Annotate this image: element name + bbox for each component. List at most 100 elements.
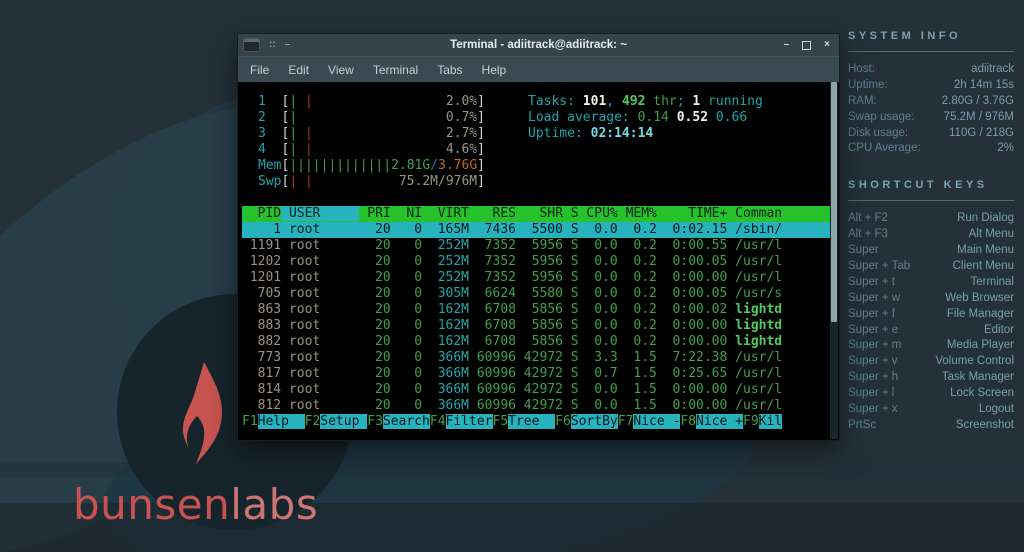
meter-4: 4 [| | 4.6%] bbox=[258, 142, 485, 157]
shortcut-key-row-value: Alt Menu bbox=[968, 228, 1014, 241]
status-line-1: Load average: 0.14 0.52 0.66 bbox=[528, 110, 748, 125]
fkey-f7[interactable]: F7Nice - bbox=[618, 414, 681, 430]
shortcut-keys-section: SHORTCUT KEYS Alt + F2 Run Dialog Alt + F3… bbox=[848, 179, 1014, 433]
fkey-f2[interactable]: F2Setup bbox=[305, 414, 368, 430]
fkey-f8[interactable]: F8Nice + bbox=[680, 414, 743, 430]
system-info-row: Disk usage: 110G / 218G bbox=[848, 126, 1014, 142]
shortcut-key-row-value: Editor bbox=[983, 323, 1014, 336]
process-row[interactable]: 705 root 20 0 305M 6624 5580 S 0.0 0.2 0… bbox=[242, 286, 835, 302]
header-cell-pid[interactable]: PID bbox=[242, 206, 282, 221]
system-info-row-label: Uptime: bbox=[848, 78, 888, 91]
system-info-row: CPU Average: 2% bbox=[848, 141, 1014, 157]
process-row[interactable]: 882 root 20 0 162M 6708 5856 S 0.0 0.2 0… bbox=[242, 334, 835, 350]
shortcut-key-row-label: Super + Tab bbox=[848, 260, 911, 273]
shortcut-key-row-label: Super + v bbox=[848, 355, 898, 368]
menu-item-view[interactable]: View bbox=[328, 63, 354, 77]
shortcut-key-row-label: Super + w bbox=[848, 291, 901, 304]
bunsenlabs-logo: bunsenlabs bbox=[73, 480, 318, 529]
shortcut-key-row: Alt + F3 Alt Menu bbox=[848, 227, 1014, 243]
shortcut-key-row: Super + l Lock Screen bbox=[848, 386, 1014, 402]
meter-bar: ||||||||||||| 2.81G/3.76G bbox=[289, 158, 478, 173]
shortcut-key-row-value: Lock Screen bbox=[950, 387, 1014, 400]
shortcut-key-row-value: Media Player bbox=[946, 339, 1014, 352]
shortcut-key-row-value: Client Menu bbox=[952, 260, 1014, 273]
process-row[interactable]: 863 root 20 0 162M 6708 5856 S 0.0 0.2 0… bbox=[242, 302, 835, 318]
process-row[interactable]: 817 root 20 0 366M 60996 42972 S 0.7 1.5… bbox=[242, 366, 835, 382]
shortcut-key-row-value: Screenshot bbox=[955, 418, 1014, 431]
shortcut-key-row: PrtSc Screenshot bbox=[848, 418, 1014, 434]
process-row[interactable]: 814 root 20 0 366M 60996 42972 S 0.0 1.5… bbox=[242, 382, 835, 398]
meter-bar: | | 75.2M/976M bbox=[289, 174, 478, 189]
fkey-f4[interactable]: F4Filter bbox=[430, 414, 493, 430]
header-cell-s[interactable]: S bbox=[563, 206, 579, 221]
header-cell-virt[interactable]: VIRT bbox=[422, 206, 469, 221]
header-cell-res[interactable]: RES bbox=[469, 206, 516, 221]
header-cell-mem[interactable]: MEM% bbox=[618, 206, 657, 221]
process-row[interactable]: 773 root 20 0 366M 60996 42972 S 3.3 1.5… bbox=[242, 350, 835, 366]
header-cell-cmd[interactable]: Comman bbox=[727, 206, 782, 221]
shortcut-key-row-value: Logout bbox=[978, 403, 1014, 416]
header-cell-user[interactable]: USER bbox=[281, 206, 360, 221]
system-info-row-value: adiitrack bbox=[971, 63, 1014, 75]
system-info-row: Uptime: 2h 14m 15s bbox=[848, 78, 1014, 94]
system-info-section: SYSTEM INFO Host: adiitrack Uptime: 2h 14m … bbox=[848, 30, 1014, 157]
minimize-button[interactable]: – bbox=[784, 40, 790, 50]
shortcut-key-row: Alt + F2 Run Dialog bbox=[848, 211, 1014, 227]
shortcut-key-row: Super + Tab Client Menu bbox=[848, 259, 1014, 275]
htop-process-table: PID USER PRI NI VIRT RES SHR S CPU% MEM%… bbox=[242, 206, 839, 414]
menu-item-tabs[interactable]: Tabs bbox=[437, 63, 462, 77]
process-row[interactable]: 812 root 20 0 366M 60996 42972 S 0.0 1.5… bbox=[242, 398, 835, 414]
header-cell-ni[interactable]: NI bbox=[391, 206, 422, 221]
shortcut-keys-title: SHORTCUT KEYS bbox=[848, 179, 988, 192]
process-row[interactable]: 883 root 20 0 162M 6708 5856 S 0.0 0.2 0… bbox=[242, 318, 835, 334]
header-cell-pri[interactable]: PRI bbox=[359, 206, 391, 221]
scrollbar-thumb[interactable] bbox=[831, 82, 837, 322]
shortcut-key-row-label: Super + l bbox=[848, 387, 895, 400]
process-row[interactable]: 1191 root 20 0 252M 7352 5956 S 0.0 0.2 … bbox=[242, 238, 835, 254]
process-row[interactable]: 1 root 20 0 165M 7436 5500 S 0.0 0.2 0:0… bbox=[242, 222, 835, 238]
shortcut-key-row-value: Run Dialog bbox=[957, 212, 1014, 225]
fkey-f5[interactable]: F5Tree bbox=[493, 414, 556, 430]
menu-item-file[interactable]: File bbox=[250, 63, 269, 77]
window-menu-icon[interactable]: :: bbox=[269, 40, 276, 50]
maximize-button[interactable] bbox=[802, 40, 812, 50]
shortcut-key-row: Super + m Media Player bbox=[848, 338, 1014, 354]
fkey-f1[interactable]: F1Help bbox=[242, 414, 305, 430]
meter-bar: | | 2.0% bbox=[289, 94, 478, 109]
window-titlebar[interactable]: :: – Terminal - adiitrack@adiitrack: ~ –… bbox=[238, 34, 839, 56]
terminal-window: :: – Terminal - adiitrack@adiitrack: ~ –… bbox=[237, 33, 840, 441]
shortcut-key-row: Super + f File Manager bbox=[848, 307, 1014, 323]
fkey-f6[interactable]: F6SortBy bbox=[555, 414, 618, 430]
shortcut-key-row-label: Alt + F2 bbox=[848, 212, 888, 225]
fkey-f9[interactable]: F9Kil bbox=[743, 414, 783, 430]
system-info-row-value: 75.2M / 976M bbox=[943, 110, 1014, 123]
terminal-content[interactable]: 1 [| | 2.0%] 2 [| 0.7%] 3 [| | 2.7%] 4 [| | 4.6… bbox=[238, 82, 839, 439]
close-button[interactable]: × bbox=[824, 40, 830, 50]
menu-item-edit[interactable]: Edit bbox=[288, 63, 309, 77]
shade-icon[interactable]: – bbox=[285, 40, 291, 50]
shortcut-key-row-label: PrtSc bbox=[848, 418, 877, 431]
system-info-row-value: 2% bbox=[997, 142, 1014, 155]
meter-bar: | | 2.7% bbox=[289, 126, 478, 141]
shortcut-key-row-value: File Manager bbox=[946, 307, 1014, 320]
meter-bar: | 0.7% bbox=[289, 110, 478, 125]
shortcut-key-row: Super + x Logout bbox=[848, 402, 1014, 418]
shortcut-key-row-label: Alt + F3 bbox=[848, 228, 888, 241]
shortcut-key-row-value: Task Manager bbox=[941, 371, 1014, 384]
menu-item-help[interactable]: Help bbox=[482, 63, 507, 77]
header-cell-shr[interactable]: SHR bbox=[516, 206, 563, 221]
fkey-f3[interactable]: F3Search bbox=[367, 414, 430, 430]
header-cell-cpu[interactable]: CPU% bbox=[579, 206, 617, 221]
terminal-scrollbar[interactable] bbox=[830, 82, 838, 439]
shortcut-key-row: Super + e Editor bbox=[848, 323, 1014, 339]
shortcut-key-row: Super + t Terminal bbox=[848, 275, 1014, 291]
conky-panel: SYSTEM INFO Host: adiitrack Uptime: 2h 14m … bbox=[848, 30, 1014, 456]
shortcut-key-row-label: Super + f bbox=[848, 307, 895, 320]
process-row[interactable]: 1202 root 20 0 252M 7352 5956 S 0.0 0.2 … bbox=[242, 254, 835, 270]
system-info-row-value: 110G / 218G bbox=[949, 126, 1014, 139]
menu-item-terminal[interactable]: Terminal bbox=[373, 63, 418, 77]
terminal-app-icon[interactable] bbox=[243, 38, 260, 52]
process-row[interactable]: 1201 root 20 0 252M 7352 5956 S 0.0 0.2 … bbox=[242, 270, 835, 286]
shortcut-key-row-label: Super + h bbox=[848, 371, 899, 384]
header-cell-time[interactable]: TIME+ bbox=[657, 206, 727, 221]
